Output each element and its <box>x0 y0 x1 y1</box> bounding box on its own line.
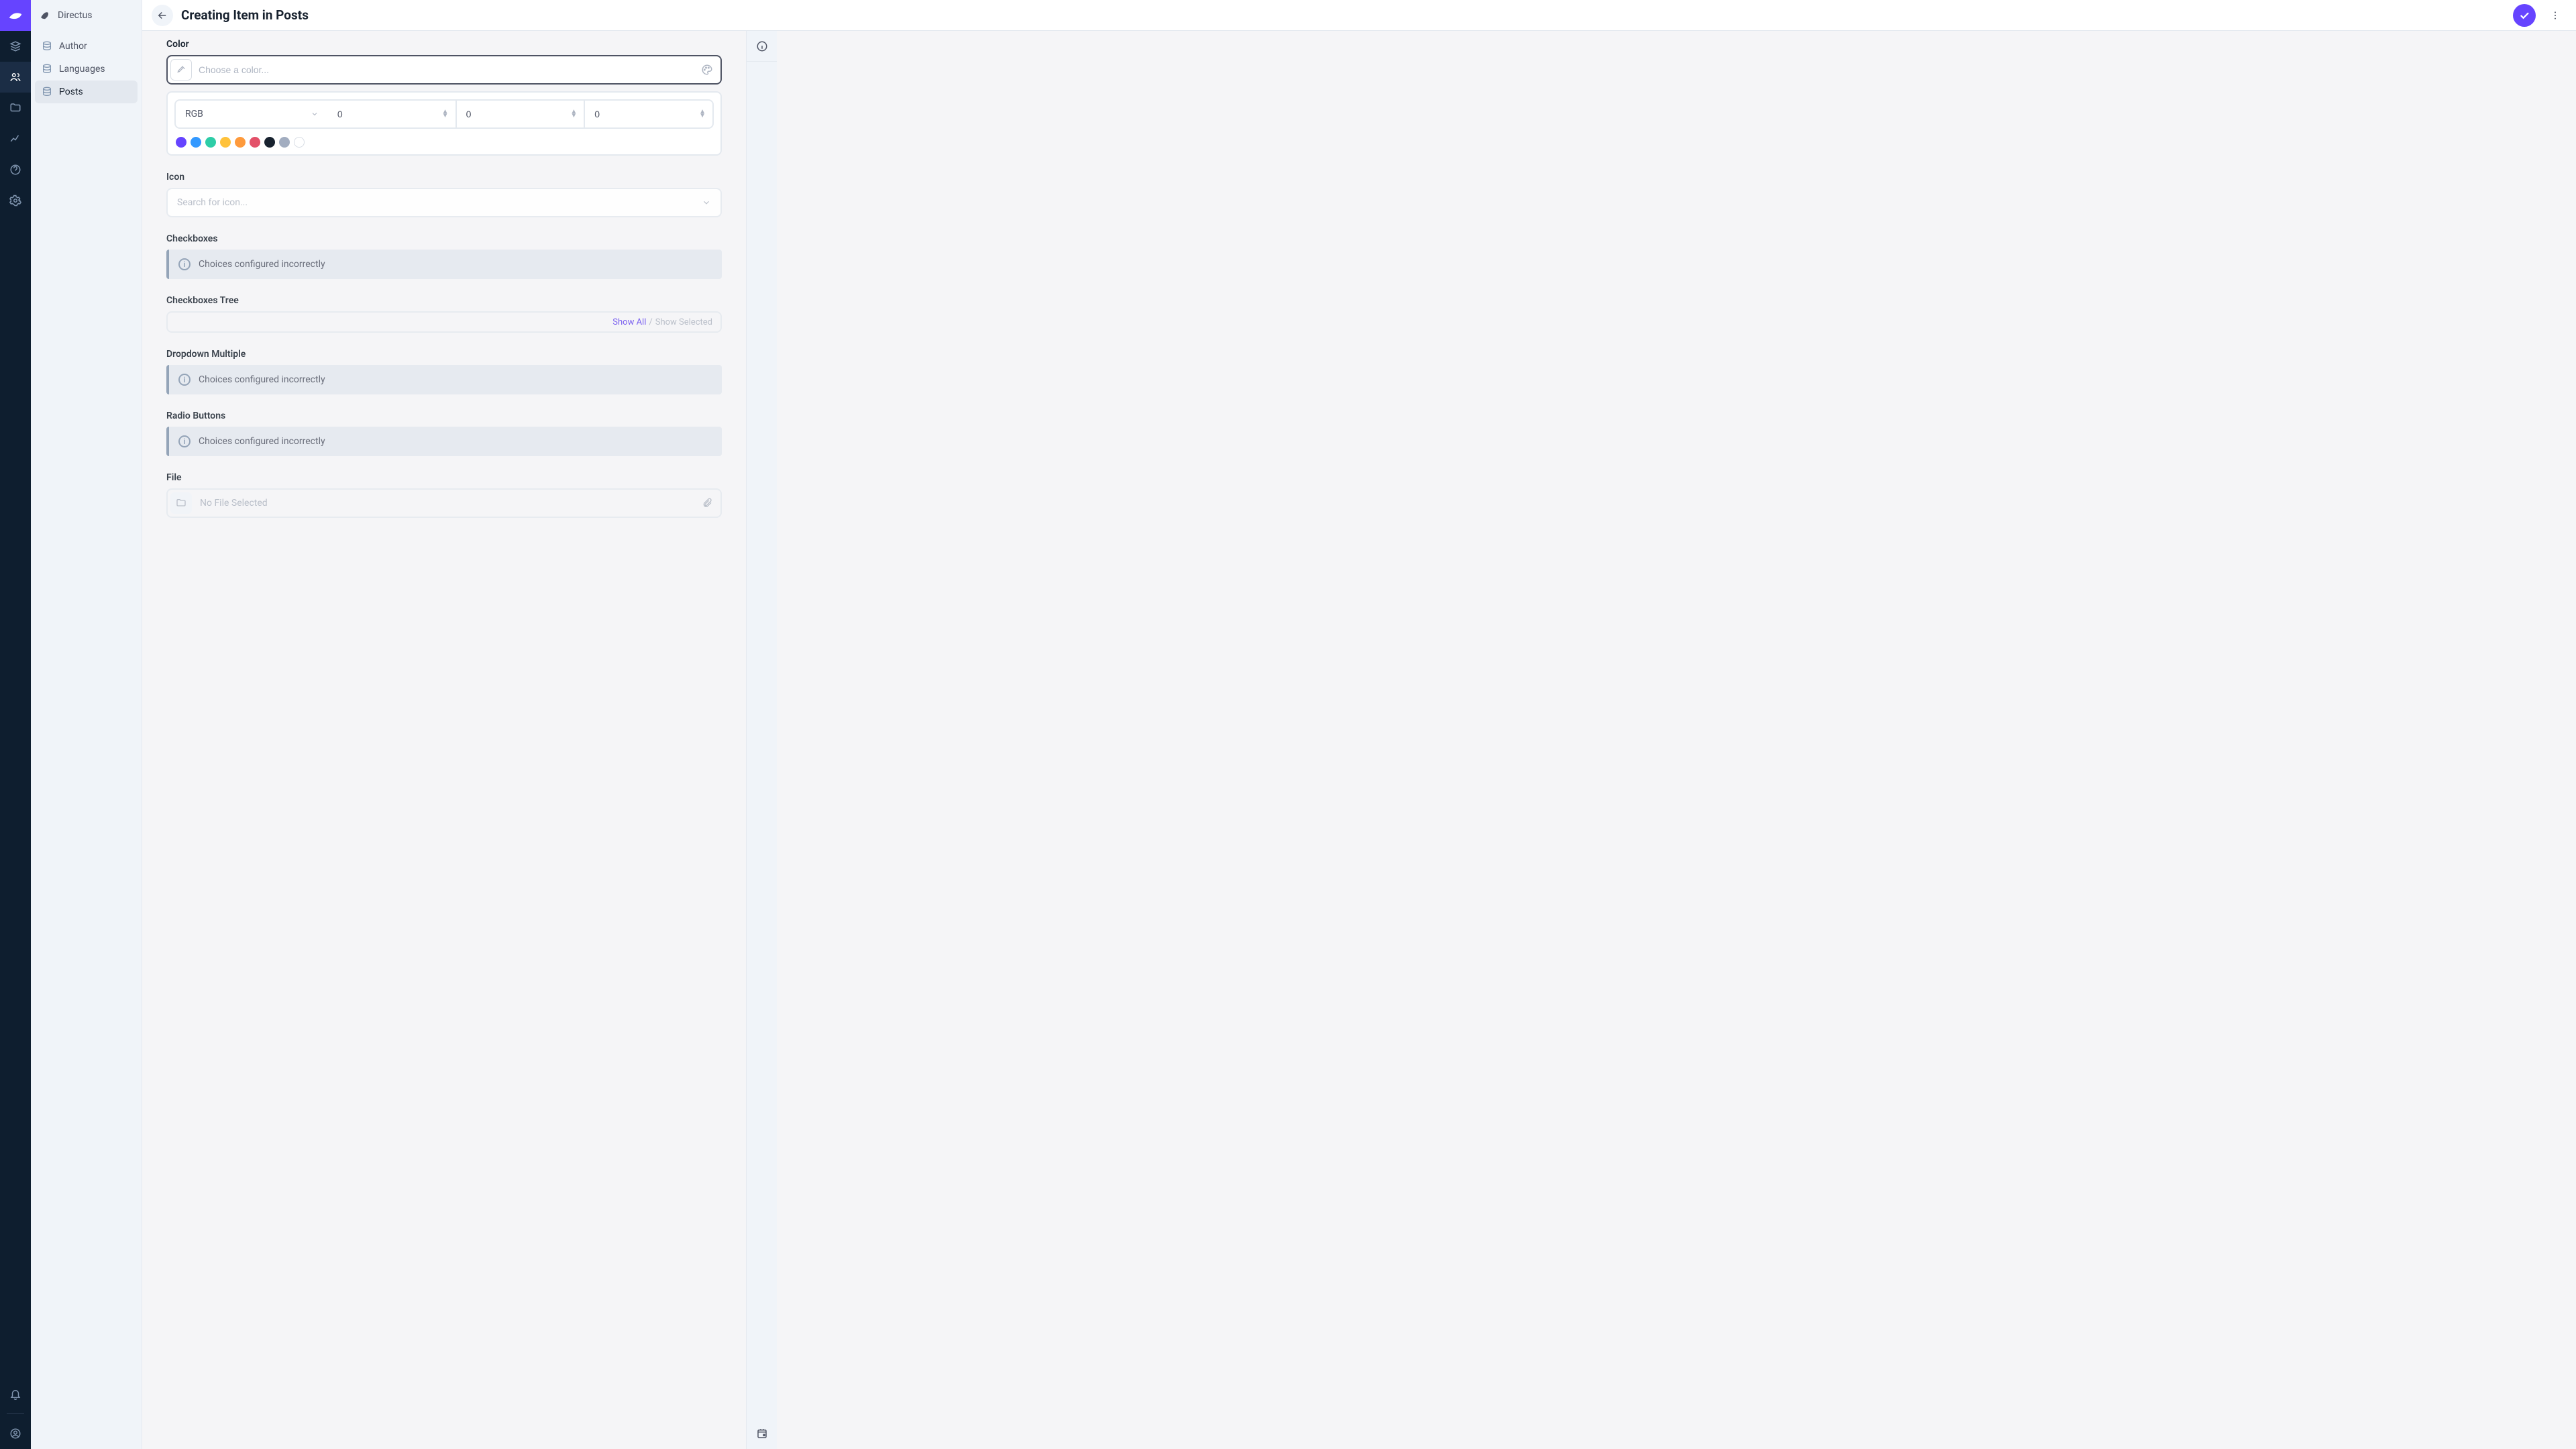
tree-separator: / <box>649 317 652 327</box>
checkboxes-tree-box: Show All / Show Selected <box>166 311 722 333</box>
info-icon: i <box>178 374 191 386</box>
field-file: File No File Selected <box>166 472 722 518</box>
activity-toggle[interactable] <box>756 1418 768 1449</box>
stepper-icon[interactable]: ▲▼ <box>442 110 449 118</box>
field-checkboxes: Checkboxes i Choices configured incorrec… <box>166 233 722 279</box>
attachment-icon[interactable] <box>702 498 712 508</box>
color-b-value[interactable] <box>594 109 621 119</box>
field-label-color: Color <box>166 39 722 50</box>
nav-insights[interactable] <box>0 123 31 154</box>
database-icon <box>42 64 52 74</box>
color-r-value[interactable] <box>337 109 364 119</box>
swatch-white[interactable] <box>294 137 305 148</box>
field-label-radio-buttons: Radio Buttons <box>166 411 722 421</box>
color-picker-popup: RGB ▲▼ ▲▼ <box>166 91 722 156</box>
swatch-purple[interactable] <box>176 137 186 148</box>
swatch-gray[interactable] <box>279 137 290 148</box>
nav-rail <box>0 0 31 1449</box>
sidebar-item-posts[interactable]: Posts <box>35 80 138 103</box>
swatch-red[interactable] <box>250 137 260 148</box>
swatch-dark[interactable] <box>264 137 275 148</box>
color-mode-select[interactable]: RGB <box>174 99 328 129</box>
nav-users[interactable] <box>0 62 31 93</box>
sidebar-item-label: Posts <box>59 87 83 97</box>
color-r-input[interactable]: ▲▼ <box>328 99 457 129</box>
info-panel-toggle[interactable] <box>747 31 777 62</box>
show-all-link[interactable]: Show All <box>612 317 646 327</box>
info-icon: i <box>178 435 191 447</box>
sidebar-item-author[interactable]: Author <box>35 35 138 58</box>
color-mode-value: RGB <box>185 109 203 119</box>
stepper-icon[interactable]: ▲▼ <box>570 110 577 118</box>
rail-divider <box>7 1413 24 1414</box>
color-text-input[interactable] <box>199 64 696 75</box>
sidebar-item-label: Languages <box>59 64 105 74</box>
nav-settings[interactable] <box>0 185 31 216</box>
field-checkboxes-tree: Checkboxes Tree Show All / Show Selected <box>166 295 722 333</box>
color-g-input[interactable]: ▲▼ <box>457 99 586 129</box>
back-button[interactable] <box>152 5 173 26</box>
icon-search-input[interactable]: Search for icon... <box>166 188 722 217</box>
color-b-input[interactable]: ▲▼ <box>585 99 714 129</box>
field-label-file: File <box>166 472 722 483</box>
notice-checkboxes: i Choices configured incorrectly <box>166 250 722 279</box>
swatch-row <box>174 137 714 148</box>
nav-docs[interactable] <box>0 154 31 185</box>
field-label-dropdown-multiple: Dropdown Multiple <box>166 349 722 360</box>
nav-notifications[interactable] <box>0 1379 31 1409</box>
database-icon <box>42 87 52 97</box>
palette-icon[interactable] <box>696 59 718 80</box>
field-label-checkboxes-tree: Checkboxes Tree <box>166 295 722 306</box>
save-button[interactable] <box>2513 4 2536 27</box>
right-rail <box>746 31 777 1449</box>
chevron-down-icon <box>311 110 319 118</box>
swatch-yellow[interactable] <box>220 137 231 148</box>
sidebar: Directus Author Languages Posts <box>31 0 142 1449</box>
color-g-value[interactable] <box>466 109 493 119</box>
stepper-icon[interactable]: ▲▼ <box>699 110 706 118</box>
folder-icon <box>170 492 192 514</box>
field-icon: Icon Search for icon... <box>166 172 722 217</box>
notice-text: Choices configured incorrectly <box>199 259 325 270</box>
show-selected-link[interactable]: Show Selected <box>655 317 712 327</box>
sidebar-header[interactable]: Directus <box>31 0 142 31</box>
file-input[interactable]: No File Selected <box>166 488 722 518</box>
swatch-blue[interactable] <box>191 137 201 148</box>
more-button[interactable] <box>2544 4 2567 27</box>
icon-placeholder: Search for icon... <box>177 197 248 208</box>
color-input[interactable] <box>166 55 722 85</box>
field-color: Color RGB <box>166 39 722 156</box>
field-label-checkboxes: Checkboxes <box>166 233 722 244</box>
notice-dropdown-multiple: i Choices configured incorrectly <box>166 365 722 394</box>
page-title: Creating Item in Posts <box>181 7 2505 23</box>
nav-account[interactable] <box>0 1418 31 1449</box>
brand-name: Directus <box>58 10 92 21</box>
nav-collections[interactable] <box>0 31 31 62</box>
form-content: Color RGB <box>142 31 746 1449</box>
brand-logo[interactable] <box>0 0 31 31</box>
chevron-down-icon <box>702 198 711 207</box>
sidebar-item-languages[interactable]: Languages <box>35 58 138 80</box>
main: Creating Item in Posts Color <box>142 0 2576 1449</box>
info-icon: i <box>178 258 191 270</box>
file-placeholder: No File Selected <box>200 498 268 508</box>
swatch-orange[interactable] <box>235 137 246 148</box>
database-icon <box>42 41 52 52</box>
eyedropper-icon[interactable] <box>170 59 192 80</box>
field-dropdown-multiple: Dropdown Multiple i Choices configured i… <box>166 349 722 394</box>
swatch-green[interactable] <box>205 137 216 148</box>
topbar: Creating Item in Posts <box>142 0 2576 31</box>
notice-radio-buttons: i Choices configured incorrectly <box>166 427 722 456</box>
field-radio-buttons: Radio Buttons i Choices configured incor… <box>166 411 722 456</box>
sidebar-item-label: Author <box>59 41 87 52</box>
notice-text: Choices configured incorrectly <box>199 436 325 447</box>
nav-files[interactable] <box>0 93 31 123</box>
notice-text: Choices configured incorrectly <box>199 374 325 385</box>
field-label-icon: Icon <box>166 172 722 182</box>
